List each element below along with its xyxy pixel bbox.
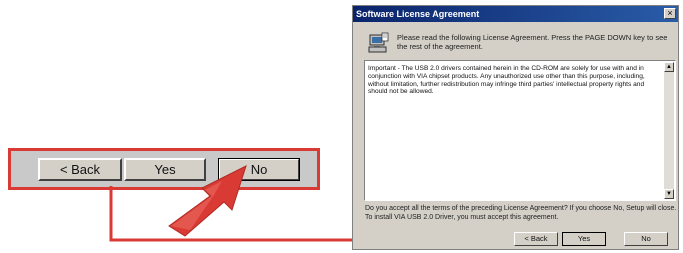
scroll-down-icon[interactable]: ▼ — [664, 189, 674, 199]
yes-button[interactable]: Yes — [562, 232, 606, 246]
computer-setup-icon — [368, 32, 389, 53]
acceptance-question: Do you accept all the terms of the prece… — [365, 205, 677, 221]
title-bar: Software License Agreement × — [353, 6, 678, 22]
license-dialog: Software License Agreement × Please read… — [352, 5, 679, 250]
dialog-title: Software License Agreement — [356, 9, 480, 19]
no-button[interactable]: No — [624, 232, 668, 246]
instruction-text: Please read the following License Agreem… — [397, 33, 668, 51]
close-icon[interactable]: × — [664, 8, 676, 19]
red-pointer-arrow-icon — [168, 165, 247, 237]
back-button[interactable]: < Back — [514, 232, 558, 246]
scroll-up-icon[interactable]: ▲ — [664, 62, 674, 72]
license-body-text: Important - The USB 2.0 drivers containe… — [368, 65, 645, 96]
vertical-scrollbar[interactable]: ▲ ▼ — [664, 62, 674, 199]
license-textbox[interactable]: Important - The USB 2.0 drivers containe… — [364, 60, 676, 201]
